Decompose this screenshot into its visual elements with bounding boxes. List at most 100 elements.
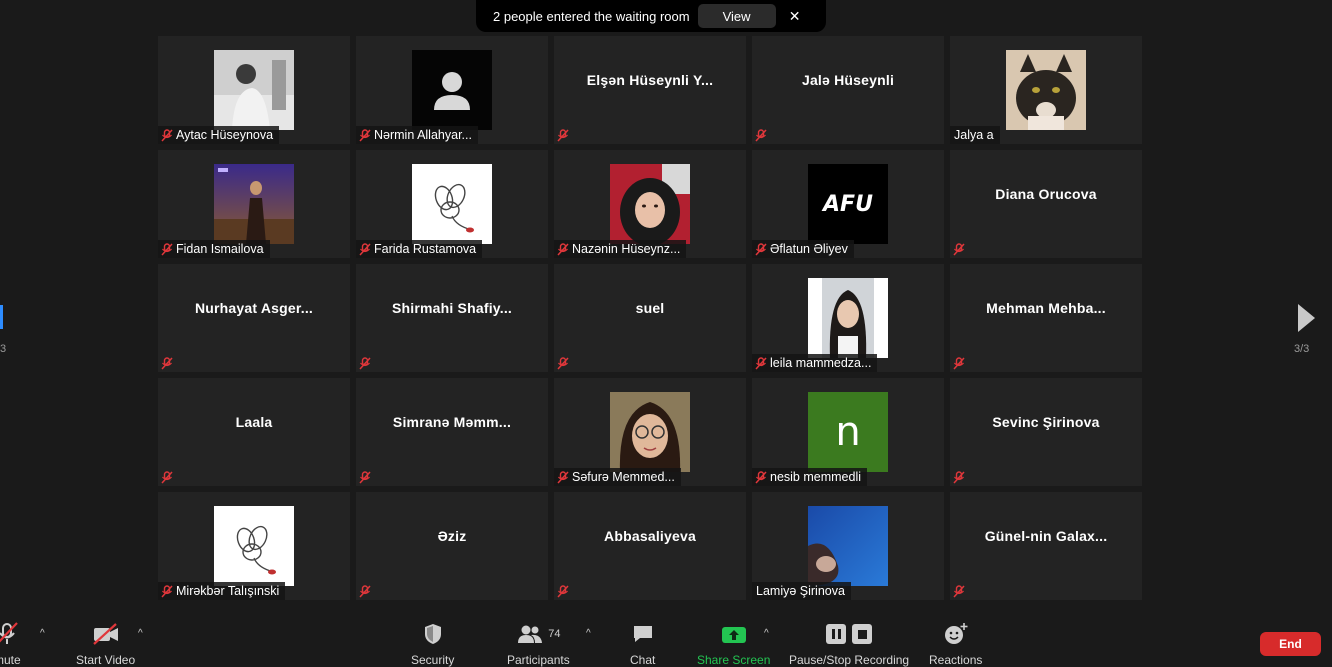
participant-tile[interactable]: suel bbox=[554, 264, 746, 372]
participant-tile[interactable]: Lamiyə Şirinova bbox=[752, 492, 944, 600]
waiting-room-message: 2 people entered the waiting room bbox=[493, 8, 690, 24]
participant-name-label: Səfurə Memmed... bbox=[572, 470, 675, 484]
muted-microphone-icon bbox=[752, 468, 770, 486]
participant-footer bbox=[356, 354, 380, 372]
participant-tile[interactable]: leila mammedza... bbox=[752, 264, 944, 372]
chat-button[interactable]: Chat bbox=[630, 622, 655, 667]
participant-tile[interactable]: Günel-nin Galax... bbox=[950, 492, 1142, 600]
left-page-number: 3 bbox=[0, 343, 7, 355]
muted-microphone-icon bbox=[0, 622, 20, 646]
participant-name-label: nesib memmedli bbox=[770, 470, 862, 484]
muted-microphone-icon bbox=[950, 240, 968, 258]
close-icon[interactable]: ✕ bbox=[788, 8, 802, 25]
participant-tile[interactable]: Simranə Məmm... bbox=[356, 378, 548, 486]
security-button[interactable]: Security bbox=[411, 622, 454, 667]
pause-stop-recording-button[interactable]: Pause/Stop Recording bbox=[789, 622, 909, 667]
participant-name-label: Əflatun Əliyev bbox=[770, 242, 848, 256]
view-waiting-room-button[interactable]: View bbox=[697, 4, 776, 28]
participant-footer bbox=[950, 582, 974, 600]
recording-label: Pause/Stop Recording bbox=[789, 653, 910, 667]
participant-tile[interactable]: Mirəkbər Talışınski bbox=[158, 492, 350, 600]
participant-name-label: Aytac Hüseynova bbox=[176, 128, 274, 142]
participant-tile[interactable]: Jalə Hüseynli bbox=[752, 36, 944, 144]
share-screen-button[interactable]: Share Screen bbox=[697, 622, 770, 667]
muted-microphone-icon bbox=[356, 582, 374, 600]
participant-display-name: Mehman Mehba... bbox=[986, 300, 1106, 316]
participants-label: Participants bbox=[507, 653, 570, 667]
muted-microphone-icon bbox=[554, 354, 572, 372]
participant-footer: Əflatun Əliyev bbox=[752, 240, 854, 258]
reactions-button[interactable]: Reactions bbox=[929, 622, 982, 667]
participant-tile[interactable]: Mehman Mehba... bbox=[950, 264, 1142, 372]
muted-microphone-icon bbox=[950, 582, 968, 600]
participant-display-name: Sevinc Şirinova bbox=[992, 414, 1100, 430]
start-video-button[interactable]: Start Video bbox=[76, 622, 135, 667]
previous-page-indicator[interactable] bbox=[0, 305, 3, 329]
participant-footer bbox=[554, 354, 578, 372]
participant-video: n bbox=[808, 392, 888, 472]
participant-tile[interactable]: Nərmin Allahyar... bbox=[356, 36, 548, 144]
participant-video bbox=[214, 164, 294, 244]
share-options-caret-icon[interactable]: ^ bbox=[764, 628, 769, 639]
participant-display-name: Simranə Məmm... bbox=[392, 414, 512, 430]
participant-display-name: Diana Orucova bbox=[995, 186, 1097, 202]
muted-microphone-icon bbox=[554, 582, 572, 600]
participant-tile[interactable]: Diana Orucova bbox=[950, 150, 1142, 258]
muted-microphone-icon bbox=[158, 126, 176, 144]
video-off-icon bbox=[91, 622, 121, 646]
participant-name-label: leila mammedza... bbox=[770, 356, 872, 370]
participant-tile[interactable]: Nazənin Hüseynz... bbox=[554, 150, 746, 258]
chat-label: Chat bbox=[630, 653, 656, 667]
participant-tile[interactable]: Shirmahi Shafiy... bbox=[356, 264, 548, 372]
participant-footer: Mirəkbər Talışınski bbox=[158, 582, 286, 600]
participant-tile[interactable]: Laala bbox=[158, 378, 350, 486]
participant-video bbox=[1006, 50, 1086, 130]
end-meeting-button[interactable]: End bbox=[1260, 632, 1321, 656]
participant-footer bbox=[554, 582, 578, 600]
start-video-label: Start Video bbox=[76, 653, 136, 667]
participant-video bbox=[214, 506, 294, 586]
participant-tile[interactable]: Sevinc Şirinova bbox=[950, 378, 1142, 486]
video-options-caret-icon[interactable]: ^ bbox=[138, 628, 143, 639]
participant-tile[interactable]: AFU Əflatun Əliyev bbox=[752, 150, 944, 258]
participant-display-name: suel bbox=[635, 300, 665, 316]
pause-icon bbox=[826, 624, 847, 644]
participant-video bbox=[412, 164, 492, 244]
muted-microphone-icon bbox=[356, 468, 374, 486]
participant-tile[interactable]: Jalya a bbox=[950, 36, 1142, 144]
muted-microphone-icon bbox=[158, 354, 176, 372]
participant-video bbox=[808, 506, 888, 586]
participant-footer: leila mammedza... bbox=[752, 354, 878, 372]
participant-tile[interactable]: Abbasaliyeva bbox=[554, 492, 746, 600]
participant-tile[interactable]: Nurhayat Asger... bbox=[158, 264, 350, 372]
participants-button[interactable]: 74 Participants bbox=[507, 622, 570, 667]
participant-tile[interactable]: Əziz bbox=[356, 492, 548, 600]
recording-icons bbox=[826, 622, 873, 646]
participant-tile[interactable]: Aytac Hüseynova bbox=[158, 36, 350, 144]
participant-tile[interactable]: n nesib memmedli bbox=[752, 378, 944, 486]
participant-footer: nesib memmedli bbox=[752, 468, 868, 486]
participant-display-name: Elşən Hüseynli Y... bbox=[586, 72, 714, 88]
participants-icon-group: 74 bbox=[516, 622, 560, 646]
participant-footer bbox=[950, 240, 974, 258]
share-screen-icon bbox=[721, 622, 747, 646]
next-page-arrow-icon[interactable] bbox=[1296, 303, 1316, 338]
audio-options-caret-icon[interactable]: ^ bbox=[40, 628, 45, 639]
participants-options-caret-icon[interactable]: ^ bbox=[586, 628, 591, 639]
participant-tile[interactable]: Elşən Hüseynli Y... bbox=[554, 36, 746, 144]
participant-footer: Səfurə Memmed... bbox=[554, 468, 681, 486]
muted-microphone-icon bbox=[356, 354, 374, 372]
participant-tile[interactable]: Səfurə Memmed... bbox=[554, 378, 746, 486]
participant-video bbox=[610, 392, 690, 472]
participant-tile[interactable]: Fidan Ismailova bbox=[158, 150, 350, 258]
participant-footer: Lamiyə Şirinova bbox=[752, 582, 851, 600]
muted-microphone-icon bbox=[554, 468, 572, 486]
muted-microphone-icon bbox=[950, 354, 968, 372]
muted-microphone-icon bbox=[356, 240, 374, 258]
participant-footer: Fidan Ismailova bbox=[158, 240, 270, 258]
participant-footer: Aytac Hüseynova bbox=[158, 126, 280, 144]
unmute-button[interactable]: mute bbox=[0, 622, 21, 667]
participant-tile[interactable]: Farida Rustamova bbox=[356, 150, 548, 258]
gallery-grid: Aytac Hüseynova Nərmin Allahyar... Elşən H… bbox=[158, 36, 1142, 600]
participant-footer bbox=[158, 354, 182, 372]
